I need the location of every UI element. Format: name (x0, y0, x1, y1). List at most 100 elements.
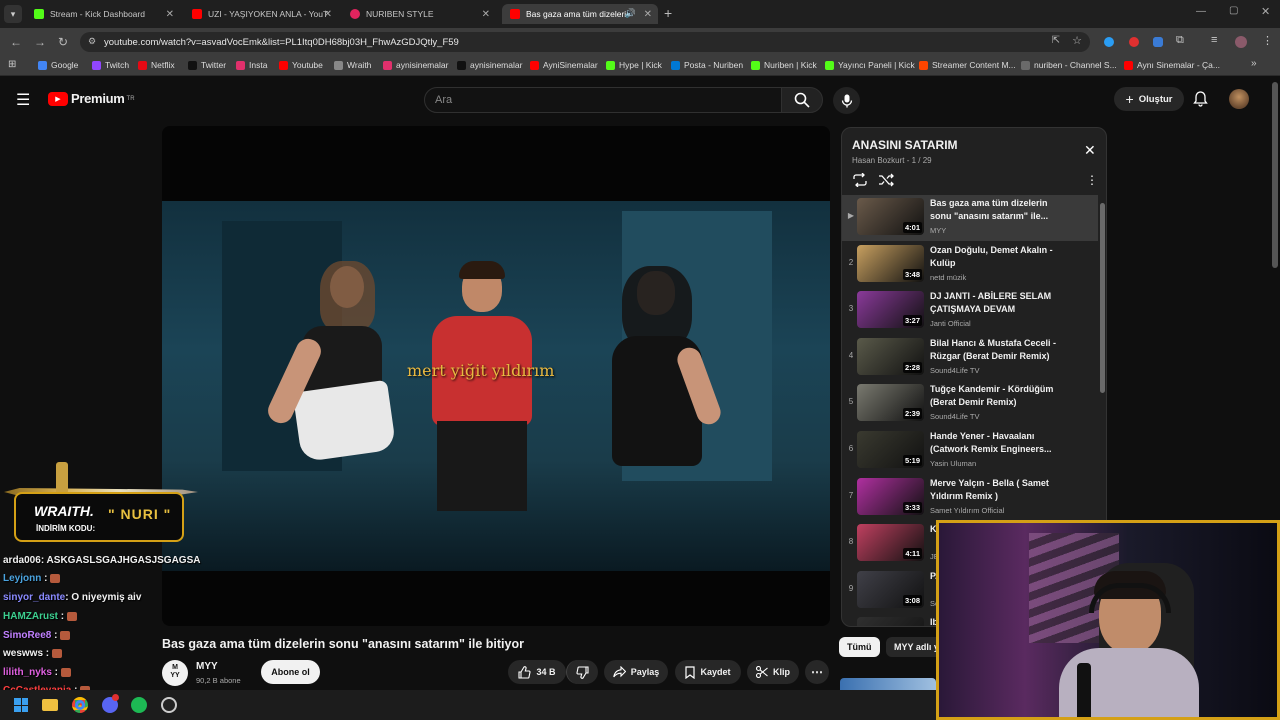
speaker-icon[interactable]: 🔊 (625, 8, 636, 19)
bookmark-item[interactable]: Nuriben | Kick (751, 60, 817, 70)
new-tab-button[interactable]: + (664, 5, 672, 21)
close-tab-icon[interactable]: ✕ (482, 9, 490, 20)
menu-kebab-icon[interactable]: ⋮ (1262, 34, 1273, 47)
playlist-scrollbar[interactable] (1100, 203, 1105, 393)
more-bookmarks-icon[interactable]: » (1251, 58, 1257, 69)
forward-icon[interactable]: → (34, 35, 46, 49)
close-tab-icon[interactable]: ✕ (166, 9, 174, 20)
bookmark-item[interactable]: Yayıncı Paneli | Kick (825, 60, 915, 70)
bookmark-item[interactable]: Google (38, 60, 78, 70)
extension-icon[interactable] (1129, 37, 1139, 47)
reading-list-icon[interactable]: ≡ (1211, 34, 1217, 46)
loop-icon[interactable] (852, 173, 868, 187)
bookmark-item[interactable]: aynisinemalar (457, 60, 522, 70)
like-button[interactable]: 34 B (508, 660, 566, 684)
dislike-button[interactable] (566, 660, 598, 684)
obs-icon[interactable] (161, 697, 177, 713)
site-info-icon[interactable]: ⚙ (88, 36, 96, 47)
bookmark-item[interactable]: Insta (236, 60, 267, 70)
tab-kick-dashboard[interactable]: Stream - Kick Dashboard ✕ (26, 4, 180, 24)
channel-name[interactable]: MYY (196, 661, 218, 672)
bookmark-item[interactable]: AyniSinemalar (530, 60, 598, 70)
bookmark-favicon-icon (751, 60, 760, 70)
bookmark-item[interactable]: Netflix (138, 60, 175, 70)
filter-chip-all[interactable]: Tümü (839, 637, 880, 657)
create-button[interactable]: + Oluştur (1114, 87, 1184, 111)
address-bar[interactable]: ⚙ youtube.com/watch?v=asvadVocEmk&list=P… (80, 32, 1090, 52)
bookmark-item[interactable]: Wraith (334, 60, 371, 70)
search-input[interactable]: Ara (424, 87, 782, 113)
close-tab-icon[interactable]: ✕ (324, 9, 332, 20)
shuffle-icon[interactable] (878, 173, 894, 187)
reload-icon[interactable]: ↻ (58, 35, 68, 49)
extensions-puzzle-icon[interactable]: ⧉ (1176, 34, 1184, 47)
bookmark-item[interactable]: Twitter (188, 60, 226, 70)
file-explorer-icon[interactable] (42, 699, 58, 711)
bookmark-star-icon[interactable]: ☆ (1072, 34, 1082, 47)
discount-label: İNDİRİM KODU: (36, 524, 96, 533)
bookmark-item[interactable]: Streamer Content M... (919, 60, 1016, 70)
playlist-item-title: DJ JANTI - ABİLERE SELAM ÇATIŞMAYA DEVAM (930, 291, 1052, 315)
bookmark-item[interactable]: Twitch (92, 60, 129, 70)
playlist-item[interactable]: 5 2:39 Tuğçe Kandemir - Kördüğüm (Berat De… (842, 381, 1098, 427)
playlist-menu-icon[interactable]: ⋮ (1086, 173, 1098, 187)
bookmark-label: AyniSinemalar (543, 60, 598, 70)
tab-current-video[interactable]: Bas gaza ama tüm dizelerin sonu 🔊 ✕ (502, 4, 658, 24)
notifications-bell-icon[interactable] (1193, 91, 1208, 107)
thumbs-down-icon (576, 665, 589, 679)
apps-grid-icon[interactable]: ⊞ (8, 59, 16, 70)
tab-youtube-uzi[interactable]: UZI - YAŞIYOKEN ANLA - YouTube ✕ (184, 4, 338, 24)
profile-icon[interactable] (1235, 36, 1247, 48)
voice-search-button[interactable] (833, 87, 860, 114)
playlist-item[interactable]: 2 3:48 Ozan Doğulu, Demet Akalın - Kulüp ne… (842, 242, 1098, 288)
bookmark-item[interactable]: Hype | Kick (606, 60, 662, 70)
bookmark-favicon-icon (236, 60, 245, 70)
extension-icon[interactable] (1104, 37, 1114, 47)
chat-username: SimoRee8 (3, 630, 52, 641)
save-button[interactable]: Kaydet (675, 660, 741, 684)
video-player[interactable]: mert yiğit yıldırım (162, 126, 830, 626)
spotify-icon[interactable] (131, 697, 147, 713)
bookmark-item[interactable]: Posta - Nuriben (671, 60, 743, 70)
tab-nuriben-style[interactable]: NURIBEN STYLE ✕ (342, 4, 496, 24)
tab-search-button[interactable]: ▾ (4, 5, 22, 23)
close-playlist-icon[interactable]: ✕ (1084, 142, 1096, 159)
close-window-icon[interactable]: ✕ (1261, 5, 1270, 18)
bookmark-item[interactable]: Youtube (279, 60, 323, 70)
playlist-item[interactable]: ▶ 4:01 Bas gaza ama tüm dizelerin sonu "an… (842, 195, 1098, 241)
next-video-thumbnail[interactable] (840, 678, 936, 690)
subscribe-button[interactable]: Abone ol (261, 660, 320, 684)
extension-icon[interactable] (1153, 37, 1163, 47)
search-button[interactable] (781, 87, 823, 113)
share-button[interactable]: Paylaş (604, 660, 668, 684)
maximize-icon[interactable]: ▢ (1229, 5, 1238, 16)
youtube-premium-logo[interactable]: ▶ Premium TR (48, 91, 135, 106)
scissors-icon (756, 666, 768, 678)
bookmark-favicon-icon (138, 60, 147, 70)
chat-text: : (51, 667, 59, 678)
playlist-item[interactable]: 4 2:28 Bilal Hancı & Mustafa Ceceli - Rüzg… (842, 335, 1098, 381)
windows-start-icon[interactable] (14, 698, 28, 712)
page-scrollbar[interactable] (1272, 82, 1278, 268)
playlist-item[interactable]: 3 3:27 DJ JANTI - ABİLERE SELAM ÇATIŞMAYA … (842, 288, 1098, 334)
share-icon (612, 666, 626, 678)
channel-avatar[interactable]: M YY (162, 660, 188, 686)
chat-emote-icon (52, 648, 63, 658)
bookmark-item[interactable]: aynisinemalar (383, 60, 448, 70)
close-tab-icon[interactable]: ✕ (644, 9, 652, 20)
playlist-item[interactable]: 6 5:19 Hande Yener - Havaalanı (Catwork Re… (842, 428, 1098, 474)
account-avatar[interactable] (1229, 89, 1249, 109)
playlist-item[interactable]: 7 3:33 Merve Yalçın - Bella ( Samet Yıldır… (842, 475, 1098, 521)
hamburger-menu-icon[interactable]: ☰ (16, 90, 30, 110)
clip-button[interactable]: Klip (747, 660, 799, 684)
bookmark-item[interactable]: Aynı Sinemalar - Ça... (1124, 60, 1220, 70)
chat-message: SimoRee8 : (3, 630, 71, 641)
back-icon[interactable]: ← (10, 35, 22, 49)
bookmark-item[interactable]: nuriben - Channel S... (1021, 60, 1117, 70)
minimize-icon[interactable]: — (1196, 6, 1206, 17)
playlist-title[interactable]: ANASINI SATARIM (852, 138, 958, 152)
install-icon[interactable]: ⇱ (1052, 35, 1060, 46)
more-actions-button[interactable]: ⋯ (805, 660, 829, 684)
chrome-icon[interactable] (72, 697, 88, 713)
bookmark-label: Hype | Kick (619, 60, 662, 70)
